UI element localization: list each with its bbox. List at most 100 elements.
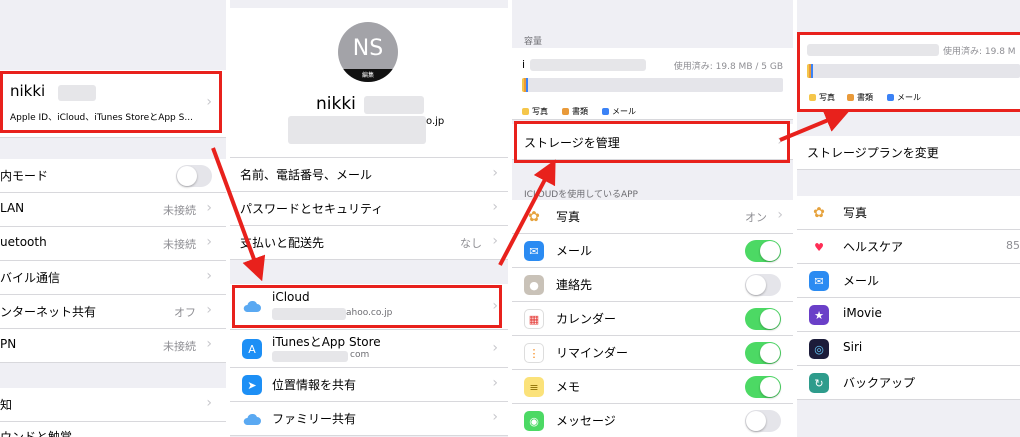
calendar-toggle[interactable] [745, 308, 781, 330]
avatar[interactable]: NS 編集 [338, 22, 398, 82]
settings-row[interactable]: ンターネット共有 オフ › [0, 295, 226, 329]
settings-row[interactable]: 知 › [0, 388, 226, 422]
highlight-box [514, 121, 790, 163]
siri-icon: ◎ [809, 339, 829, 359]
row-label: 知 [0, 398, 13, 412]
row-value: 未接続 [163, 340, 196, 353]
profile-email: o.jp [426, 116, 445, 127]
row-value: なし [460, 237, 482, 250]
app-row-photos[interactable]: ✿ 写真 オン › [512, 200, 793, 234]
app-row-messages[interactable]: ◉ メッセージ [512, 404, 793, 437]
location-arrow-icon: ➤ [242, 375, 262, 395]
payment-shipping-row[interactable]: 支払いと配送先 なし › [230, 226, 508, 260]
row-value: オフ [174, 306, 196, 319]
chevron-right-icon: › [777, 207, 783, 223]
settings-row[interactable]: 内モード [0, 159, 226, 193]
change-plan-row[interactable]: ストレージプランを変更 [797, 136, 1020, 170]
contacts-icon: ● [524, 275, 544, 295]
chevron-right-icon: › [492, 409, 498, 425]
settings-row[interactable]: PN 未接続 › [0, 329, 226, 363]
app-row-contacts[interactable]: ● 連絡先 [512, 268, 793, 302]
storage-bar [522, 78, 783, 92]
row-value: 85 [1006, 239, 1020, 252]
settings-panel: nikki Apple ID、iCloud、iTunes StoreとApp S… [0, 0, 226, 437]
share-location-row[interactable]: ➤ 位置情報を共有 › [230, 368, 508, 402]
avatar-edit-label: 編集 [338, 69, 398, 82]
health-heart-icon: ♥ [809, 237, 829, 257]
redacted-email [288, 116, 426, 144]
row-label: ンターネット共有 [0, 305, 97, 319]
section-header-storage: 容量 [524, 37, 543, 47]
avatar-initials: NS [352, 36, 384, 61]
nav-bar [0, 0, 226, 24]
row-label: 写真 [843, 206, 868, 220]
app-row-photos[interactable]: ✿ 写真 [797, 196, 1020, 230]
app-row-notes[interactable]: ≡ メモ [512, 370, 793, 404]
notes-toggle[interactable] [745, 376, 781, 398]
row-value: 未接続 [163, 204, 196, 217]
legend-docs: 書類 [562, 106, 588, 117]
row-value: オン [745, 211, 767, 224]
family-cloud-icon [242, 409, 262, 429]
row-label: リマインダー [556, 346, 629, 360]
mail-toggle[interactable] [745, 240, 781, 262]
app-row-health[interactable]: ♥ ヘルスケア 85 [797, 230, 1020, 264]
chevron-right-icon: › [206, 268, 212, 284]
contacts-toggle[interactable] [745, 274, 781, 296]
row-label: ウンドと触覚 [0, 430, 73, 437]
airplane-toggle[interactable] [176, 165, 212, 187]
name-phone-row[interactable]: 名前、電話番号、メール › [230, 158, 508, 192]
row-label: 写真 [556, 210, 581, 224]
messages-toggle[interactable] [745, 410, 781, 432]
chevron-right-icon: › [206, 395, 212, 411]
backup-icon: ↻ [809, 373, 829, 393]
row-label: 位置情報を共有 [272, 378, 357, 392]
chevron-right-icon: › [492, 199, 498, 215]
reminders-toggle[interactable] [745, 342, 781, 364]
photos-icon: ✿ [809, 203, 829, 223]
profile-header: NS 編集 nikki o.jp [230, 8, 508, 158]
storage-name: i [522, 58, 526, 71]
app-row-reminders[interactable]: ⋮ リマインダー [512, 336, 793, 370]
row-label: メモ [556, 380, 581, 394]
row-value: 未接続 [163, 238, 196, 251]
row-label: LAN [0, 201, 25, 215]
row-label: Siri [843, 340, 863, 354]
app-row-mail[interactable]: ✉ メール [512, 234, 793, 268]
row-label: 連絡先 [556, 278, 593, 292]
change-plan-label: ストレージプランを変更 [807, 146, 939, 160]
settings-row[interactable]: ウンドと触覚 [0, 422, 226, 437]
appstore-account: com [350, 350, 370, 360]
app-row-backup[interactable]: ↻ バックアップ [797, 366, 1020, 400]
password-security-row[interactable]: パスワードとセキュリティ › [230, 192, 508, 226]
app-row-calendar[interactable]: ▦ カレンダー [512, 302, 793, 336]
redacted-text [530, 59, 646, 71]
row-label: ヘルスケア [843, 240, 904, 254]
row-label: 名前、電話番号、メール [240, 168, 373, 182]
icloud-panel: 容量 i 使用済み: 19.8 MB / 5 GB 写真 書類 メール ストレー… [512, 0, 793, 437]
calendar-icon: ▦ [524, 309, 544, 329]
section-header-apps: ICLOUDを使用しているAPP [524, 190, 638, 200]
app-row-imovie[interactable]: ★ iMovie [797, 298, 1020, 332]
settings-row[interactable]: バイル通信 › [0, 261, 226, 295]
settings-row[interactable]: LAN 未接続 › [0, 193, 226, 227]
app-row-mail[interactable]: ✉ メール [797, 264, 1020, 298]
family-sharing-row[interactable]: ファミリー共有 › [230, 402, 508, 436]
chevron-right-icon: › [206, 336, 212, 352]
row-label: パスワードとセキュリティ [240, 202, 384, 216]
mail-icon: ✉ [524, 241, 544, 261]
storage-used: 使用済み: 19.8 MB / 5 GB [673, 62, 783, 72]
highlight-box [0, 71, 222, 133]
row-label: バイル通信 [0, 271, 61, 285]
row-label: ファミリー共有 [272, 412, 357, 426]
highlight-box [232, 285, 502, 328]
messages-icon: ◉ [524, 411, 544, 431]
itunes-appstore-row[interactable]: A iTunesとApp Store com › [230, 330, 508, 368]
app-store-icon: A [242, 339, 262, 359]
notes-icon: ≡ [524, 377, 544, 397]
profile-name: nikki [316, 94, 356, 114]
reminders-icon: ⋮ [524, 343, 544, 363]
settings-row[interactable]: uetooth 未接続 › [0, 227, 226, 261]
app-row-siri[interactable]: ◎ Siri [797, 332, 1020, 366]
row-label: カレンダー [556, 312, 617, 326]
